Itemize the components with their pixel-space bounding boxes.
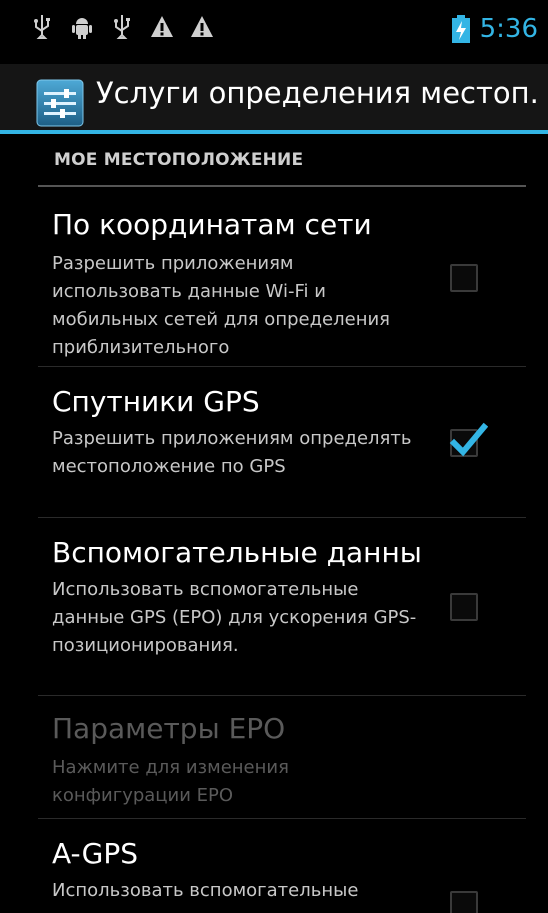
action-bar: Услуги определения местоп... <box>0 64 548 130</box>
section-header: МОЕ МЕСТОПОЛОЖЕНИЕ <box>54 150 304 170</box>
pref-gps-satellites[interactable]: Спутники GPS Разрешить приложениям опред… <box>0 367 548 517</box>
pref-summary: Использовать вспомогательные данные GPS … <box>52 579 417 656</box>
checkmark-icon <box>449 422 488 457</box>
action-bar-divider <box>0 130 548 134</box>
warning-icon <box>191 16 213 37</box>
pref-network-location[interactable]: По координатам сети Разрешить приложения… <box>0 188 548 364</box>
usb-icon <box>34 15 50 39</box>
battery-charging-icon <box>451 15 470 43</box>
usb-icon <box>114 15 130 39</box>
agps-checkbox[interactable] <box>450 891 478 913</box>
notification-icons <box>30 14 214 40</box>
gps-satellites-checkbox[interactable] <box>449 422 488 457</box>
pref-summary: Нажмите для изменения конфигурации EPO <box>52 757 289 806</box>
warning-icon <box>151 16 173 37</box>
pref-epo-settings: Параметры EPO Нажмите для изменения конф… <box>0 696 548 818</box>
pref-title: A-GPS <box>52 837 139 870</box>
pref-title: Вспомогательные данны <box>52 536 422 569</box>
pref-title: Параметры EPO <box>52 712 286 745</box>
clock: 5:36 <box>479 14 538 44</box>
section-divider <box>38 185 526 187</box>
pref-agps[interactable]: A-GPS Использовать вспомогательные данны… <box>0 819 548 913</box>
pref-summary: Использовать вспомогательные данные для <box>52 880 359 913</box>
pref-title: По координатам сети <box>52 208 372 241</box>
network-location-checkbox[interactable] <box>450 264 478 292</box>
android-debug-icon <box>72 18 92 39</box>
settings-app-icon[interactable] <box>36 79 84 127</box>
pref-summary: Разрешить приложениям использовать данны… <box>52 253 390 358</box>
assisted-data-checkbox[interactable] <box>450 593 478 621</box>
page-title: Услуги определения местоп... <box>96 76 536 110</box>
status-bar: 5:36 <box>0 0 548 64</box>
pref-title: Спутники GPS <box>52 385 260 418</box>
pref-summary: Разрешить приложениям определять местопо… <box>52 428 412 477</box>
pref-assisted-data[interactable]: Вспомогательные данны Использовать вспом… <box>0 518 548 694</box>
